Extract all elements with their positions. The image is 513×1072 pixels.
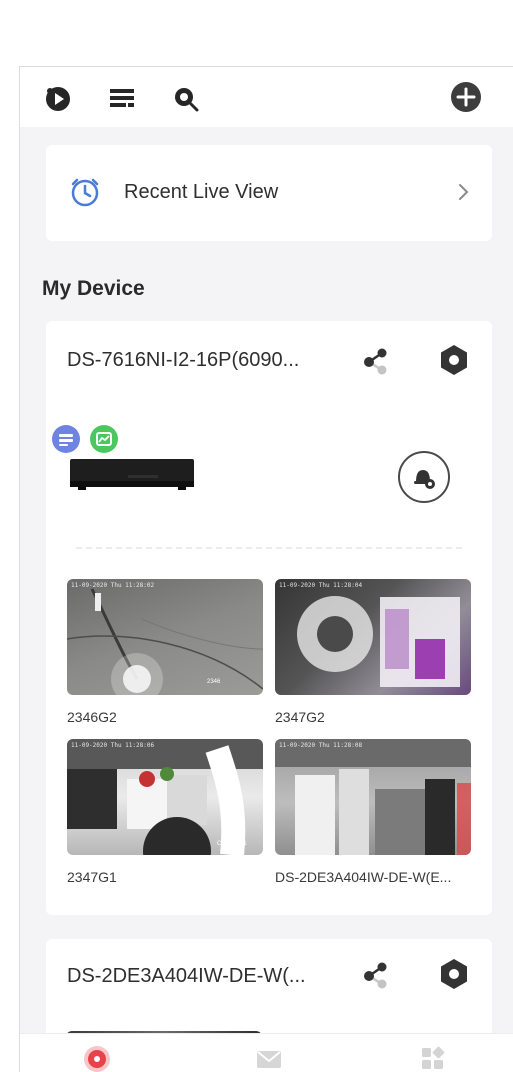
share-icon[interactable]: [360, 959, 392, 991]
app-frame: Recent Live View My Device DS-7616NI-I2-…: [19, 66, 513, 1072]
channel-label: 2346G2: [67, 709, 117, 725]
device-name[interactable]: DS-2DE3A404IW-DE-W(...: [67, 965, 306, 988]
device-name[interactable]: DS-7616NI-I2-16P(6090...: [67, 349, 299, 372]
alarm-settings-button[interactable]: [398, 451, 450, 503]
channel-label: 2347G1: [67, 869, 117, 885]
chevron-right-icon: [456, 181, 472, 203]
top-toolbar: [20, 67, 513, 127]
channel-label: DS-2DE3A404IW-DE-W(E...: [275, 869, 452, 885]
home-icon[interactable]: [82, 1044, 112, 1072]
thumbnail-timestamp: 11-09-2020 Thu 11:28:06: [71, 742, 155, 749]
channel-label: 2347G2: [275, 709, 325, 725]
status-badge-icon: [90, 425, 118, 453]
channel-thumbnail[interactable]: 11-09-2020 Thu 11:28:08: [275, 739, 471, 855]
channel-thumbnail[interactable]: 11-09-2020 Thu 11:28:06 Camera 01: [67, 739, 263, 855]
search-icon[interactable]: [172, 85, 200, 113]
more-icon[interactable]: [418, 1044, 448, 1072]
nvr-device-image: [68, 457, 196, 491]
play-icon[interactable]: [44, 85, 72, 113]
storage-badge-icon: [52, 425, 80, 453]
share-icon[interactable]: [360, 345, 392, 377]
message-icon[interactable]: [254, 1044, 284, 1072]
channel-thumbnail[interactable]: 11-09-2020 Thu 11:28:02 2346: [67, 579, 263, 695]
thumbnail-timestamp: 11-09-2020 Thu 11:28:04: [279, 582, 363, 589]
thumbnail-timestamp: 11-09-2020 Thu 11:28:02: [71, 582, 155, 589]
list-icon[interactable]: [108, 85, 136, 113]
thumbnail-timestamp: 11-09-2020 Thu 11:28:08: [279, 742, 363, 749]
clock-icon: [68, 175, 102, 209]
app-screen: Recent Live View My Device DS-7616NI-I2-…: [0, 0, 513, 1072]
recent-live-view-label: Recent Live View: [124, 181, 279, 203]
bottom-navigation: [20, 1033, 513, 1072]
gear-icon[interactable]: [438, 343, 470, 377]
add-icon[interactable]: [450, 81, 482, 113]
divider: [76, 547, 462, 549]
bell-gear-icon: [414, 470, 435, 489]
gear-icon[interactable]: [438, 957, 470, 991]
thumbnail-overlay-label: 2346: [207, 679, 221, 685]
thumbnail-overlay-label: Camera 01: [217, 841, 247, 847]
recent-live-view-card[interactable]: Recent Live View: [46, 145, 492, 241]
section-title-my-device: My Device: [42, 277, 145, 300]
channel-thumbnail[interactable]: 11-09-2020 Thu 11:28:04: [275, 579, 471, 695]
device-card: DS-7616NI-I2-16P(6090... 11-09-2020 Thu …: [46, 321, 492, 915]
